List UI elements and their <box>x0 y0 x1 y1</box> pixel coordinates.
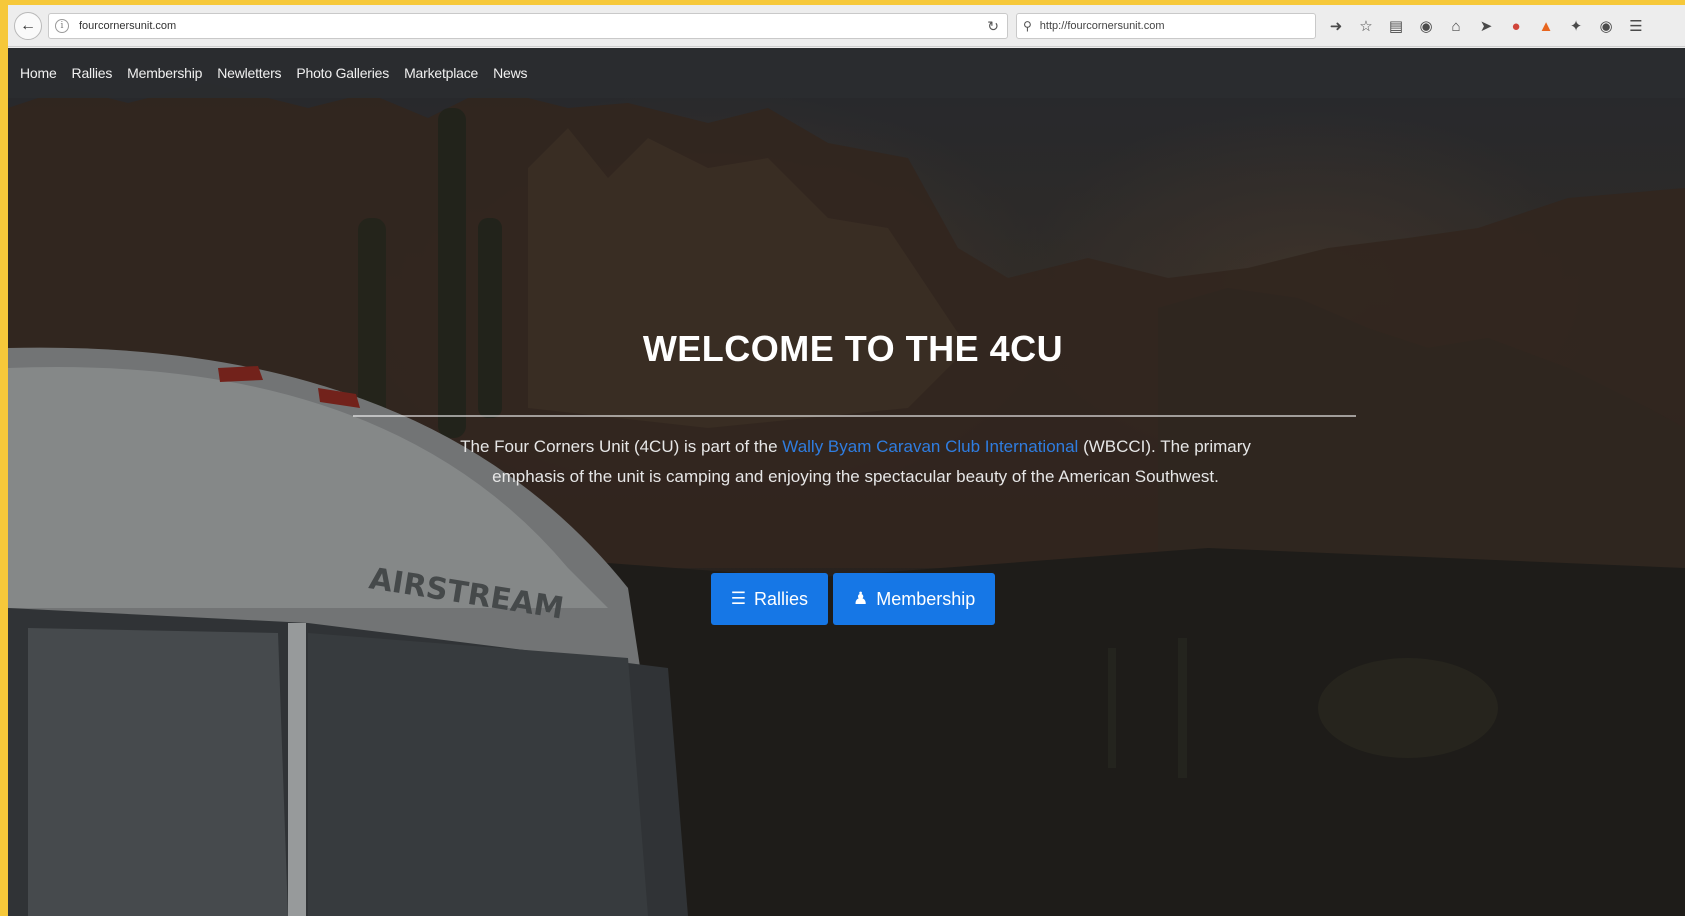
search-icon: ⚲ <box>1023 19 1032 33</box>
wbcci-link[interactable]: Wally Byam Caravan Club International <box>782 437 1078 456</box>
reading-list-icon[interactable]: ▤ <box>1386 17 1406 35</box>
pocket-icon[interactable]: ◉ <box>1416 17 1436 35</box>
browser-window: ← i fourcornersunit.com ↻ ⚲ http://fourc… <box>8 5 1685 916</box>
search-bar[interactable]: ⚲ http://fourcornersunit.com <box>1016 13 1316 39</box>
extension-icon[interactable]: ● <box>1506 18 1526 35</box>
address-bar[interactable]: i fourcornersunit.com ↻ <box>48 13 1008 39</box>
info-icon[interactable]: i <box>55 19 69 33</box>
rallies-button[interactable]: ☰ Rallies <box>710 573 828 625</box>
toolbar-icons: ➜ ☆ ▤ ◉ ⌂ ➤ ● ▲ ✦ ◉ ☰ <box>1326 5 1646 47</box>
membership-button-label: Membership <box>876 588 976 609</box>
hero-title: WELCOME TO THE 4CU <box>642 328 1064 369</box>
send-icon[interactable]: ➤ <box>1476 17 1496 35</box>
star-icon[interactable]: ☆ <box>1356 17 1376 35</box>
signpost-icon: ☰ <box>730 589 746 608</box>
shield-icon[interactable]: ◉ <box>1596 17 1616 35</box>
hero-description: The Four Corners Unit (4CU) is part of t… <box>438 432 1273 492</box>
address-bar-url[interactable]: fourcornersunit.com <box>79 20 176 32</box>
arrow-right-icon[interactable]: ➜ <box>1326 17 1346 35</box>
hero-buttons: ☰ Rallies ♟ Membership <box>8 573 1685 625</box>
web-page: AIRSTREAM Home Rallies Membership Newlet… <box>8 48 1685 916</box>
hero-text-start: The Four Corners Unit (4CU) is part of t… <box>460 437 783 456</box>
hero-divider <box>353 415 1356 417</box>
browser-toolbar: ← i fourcornersunit.com ↻ ⚲ http://fourc… <box>8 5 1685 47</box>
reload-icon[interactable]: ↻ <box>987 18 999 35</box>
home-icon[interactable]: ⌂ <box>1446 18 1466 35</box>
flame-icon[interactable]: ▲ <box>1536 18 1556 35</box>
membership-button[interactable]: ♟ Membership <box>832 573 996 625</box>
hero-section: WELCOME TO THE 4CU The Four Corners Unit… <box>8 48 1685 916</box>
back-icon[interactable]: ← <box>14 11 42 40</box>
plane-icon[interactable]: ✦ <box>1566 17 1586 35</box>
rallies-button-label: Rallies <box>753 588 808 609</box>
menu-icon[interactable]: ☰ <box>1626 17 1646 35</box>
users-icon: ♟ <box>852 589 869 608</box>
search-bar-text[interactable]: http://fourcornersunit.com <box>1040 20 1165 32</box>
